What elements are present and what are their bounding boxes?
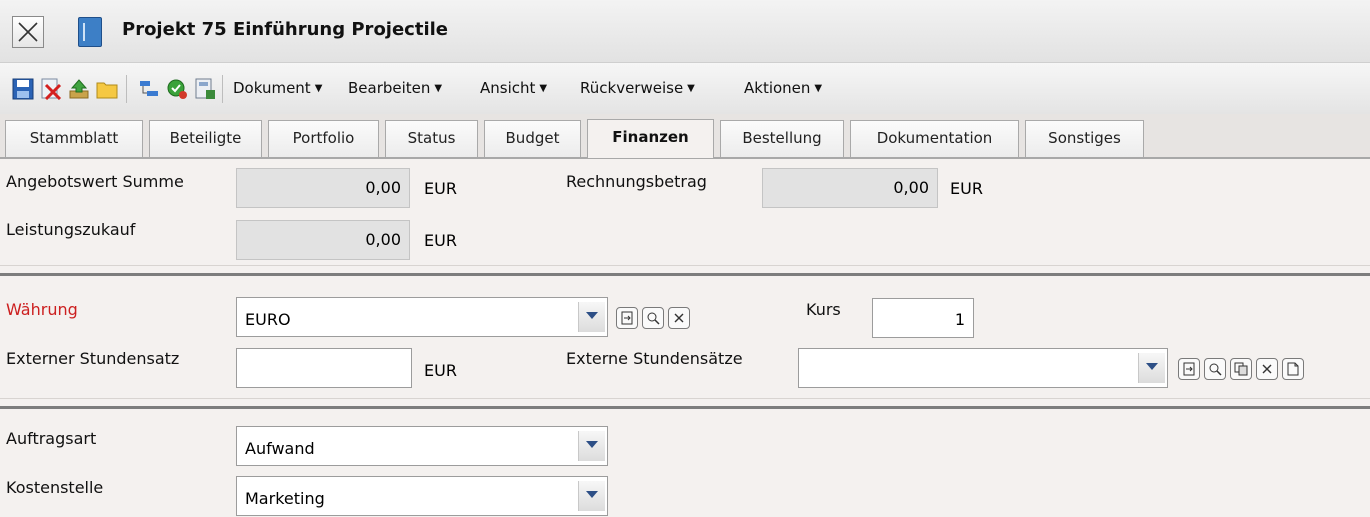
menu-label: Rückverweise xyxy=(580,79,684,97)
tab-budget[interactable]: Budget xyxy=(484,120,581,157)
kostenstelle-select[interactable]: Marketing xyxy=(236,476,608,516)
dropdown-arrow-icon[interactable] xyxy=(578,481,605,511)
leistungszukauf-label: Leistungszukauf xyxy=(6,220,136,239)
menu-aktionen[interactable]: Aktionen ▼ xyxy=(744,79,822,97)
angebotswert-label: Angebotswert Summe xyxy=(6,172,184,191)
tab-bestellung[interactable]: Bestellung xyxy=(720,120,844,157)
hierarchy-icon[interactable] xyxy=(138,78,160,100)
kurs-input[interactable]: 1 xyxy=(872,298,974,338)
search-icon[interactable] xyxy=(642,307,664,329)
tab-dokumentation[interactable]: Dokumentation xyxy=(850,120,1019,157)
leistungszukauf-unit: EUR xyxy=(424,231,457,250)
menu-label: Bearbeiten xyxy=(348,79,431,97)
section-divider xyxy=(0,273,1370,276)
copy-icon[interactable] xyxy=(1230,358,1252,380)
close-icon xyxy=(18,22,38,42)
clear-icon[interactable] xyxy=(1256,358,1278,380)
angebotswert-field: 0,00 xyxy=(236,168,410,208)
ext-stundensatz-unit: EUR xyxy=(424,361,457,380)
clear-icon[interactable] xyxy=(668,307,690,329)
project-document-icon xyxy=(78,17,102,47)
caret-down-icon: ▼ xyxy=(434,83,443,94)
tab-portfolio[interactable]: Portfolio xyxy=(268,120,379,157)
waehrung-select[interactable]: EURO xyxy=(236,297,608,337)
menu-dokument[interactable]: Dokument ▼ xyxy=(233,79,322,97)
section-line xyxy=(0,398,1370,399)
calculator-icon[interactable] xyxy=(194,78,216,100)
ext-stundensatz-input[interactable] xyxy=(236,348,412,388)
tab-finanzen[interactable]: Finanzen xyxy=(587,119,714,158)
ext-stundensaetze-select[interactable] xyxy=(798,348,1168,388)
menu-label: Aktionen xyxy=(744,79,811,97)
close-button[interactable] xyxy=(12,16,44,48)
waehrung-value: EURO xyxy=(245,310,291,329)
section-line xyxy=(0,265,1370,266)
rechnungsbetrag-label: Rechnungsbetrag xyxy=(566,172,707,191)
toolbar-separator xyxy=(222,75,223,103)
waehrung-label: Währung xyxy=(6,300,78,319)
delete-document-icon[interactable] xyxy=(40,78,62,100)
title-bar: Projekt 75 Einführung Projectile xyxy=(0,0,1370,62)
kostenstelle-label: Kostenstelle xyxy=(6,478,104,497)
section-divider xyxy=(0,406,1370,409)
dropdown-arrow-icon[interactable] xyxy=(578,302,605,332)
angebotswert-unit: EUR xyxy=(424,179,457,198)
folder-icon[interactable] xyxy=(96,78,118,100)
save-icon[interactable] xyxy=(12,78,34,100)
page-title: Projekt 75 Einführung Projectile xyxy=(122,19,449,40)
open-reference-icon[interactable] xyxy=(1178,358,1200,380)
caret-down-icon: ▼ xyxy=(539,83,548,94)
tab-beteiligte[interactable]: Beteiligte xyxy=(149,120,262,157)
tab-stammblatt[interactable]: Stammblatt xyxy=(5,120,143,157)
auftragsart-label: Auftragsart xyxy=(6,429,97,448)
rechnungsbetrag-unit: EUR xyxy=(950,179,983,198)
open-reference-icon[interactable] xyxy=(616,307,638,329)
menu-label: Ansicht xyxy=(480,79,536,97)
ext-stundensaetze-label: Externe Stundensätze xyxy=(566,349,743,368)
menu-label: Dokument xyxy=(233,79,311,97)
caret-down-icon: ▼ xyxy=(314,83,323,94)
ext-stundensatz-label: Externer Stundensatz xyxy=(6,349,180,368)
new-document-icon[interactable] xyxy=(1282,358,1304,380)
dropdown-arrow-icon[interactable] xyxy=(578,431,605,461)
auftragsart-value: Aufwand xyxy=(245,439,315,458)
approve-icon[interactable] xyxy=(166,78,188,100)
auftragsart-select[interactable]: Aufwand xyxy=(236,426,608,466)
kurs-label: Kurs xyxy=(806,300,841,319)
dropdown-arrow-icon[interactable] xyxy=(1138,353,1165,383)
rechnungsbetrag-field: 0,00 xyxy=(762,168,938,208)
toolbar-separator xyxy=(126,75,127,103)
menu-bearbeiten[interactable]: Bearbeiten ▼ xyxy=(348,79,442,97)
menu-ansicht[interactable]: Ansicht ▼ xyxy=(480,79,547,97)
tab-status[interactable]: Status xyxy=(385,120,478,157)
tab-bar: Stammblatt Beteiligte Portfolio Status B… xyxy=(0,114,1370,159)
toolbar: Dokument ▼ Bearbeiten ▼ Ansicht ▼ Rückverwe… xyxy=(0,62,1370,114)
upload-icon[interactable] xyxy=(68,78,90,100)
search-icon[interactable] xyxy=(1204,358,1226,380)
leistungszukauf-field: 0,00 xyxy=(236,220,410,260)
caret-down-icon: ▼ xyxy=(814,83,823,94)
tab-sonstiges[interactable]: Sonstiges xyxy=(1025,120,1144,157)
menu-rueckverweise[interactable]: Rückverweise ▼ xyxy=(580,79,695,97)
caret-down-icon: ▼ xyxy=(687,83,695,94)
kostenstelle-value: Marketing xyxy=(245,489,325,508)
